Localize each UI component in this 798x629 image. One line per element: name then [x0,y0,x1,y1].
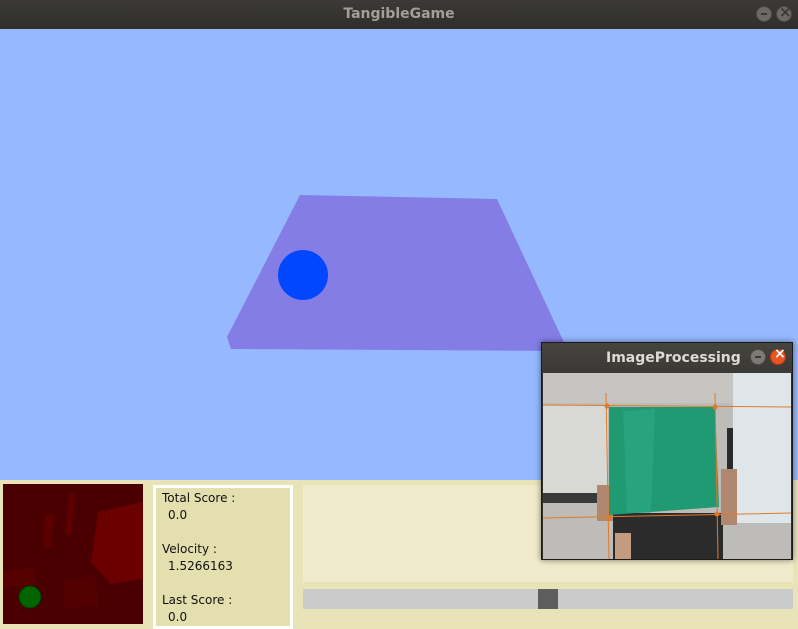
chart-scrollbar[interactable] [303,589,793,609]
minimize-icon[interactable] [750,349,766,365]
total-score-label: Total Score : [162,491,236,505]
total-score-value: 0.0 [168,508,188,522]
last-score-label: Last Score : [162,593,233,607]
camera-feed [543,373,791,559]
image-processing-title: ImageProcessing [606,350,741,366]
image-processing-window[interactable]: ImageProcessing [541,342,793,560]
velocity-value: 1.5266163 [168,559,233,573]
velocity-label: Velocity : [162,542,217,556]
scoreboard: Total Score : 0.0 Velocity : 1.5266163 L… [153,485,293,629]
top-view-ball [18,585,42,609]
close-icon[interactable] [776,3,792,22]
last-score-value: 0.0 [168,610,188,624]
minimize-icon[interactable] [756,6,772,22]
image-processing-title-bar[interactable]: ImageProcessing [542,343,792,373]
scrollbar-handle[interactable] [538,589,558,609]
game-ball [278,250,328,300]
window-title: TangibleGame [343,6,455,22]
main-title-bar[interactable]: TangibleGame [0,0,798,30]
top-view-map [3,484,143,624]
close-icon[interactable] [770,346,786,365]
